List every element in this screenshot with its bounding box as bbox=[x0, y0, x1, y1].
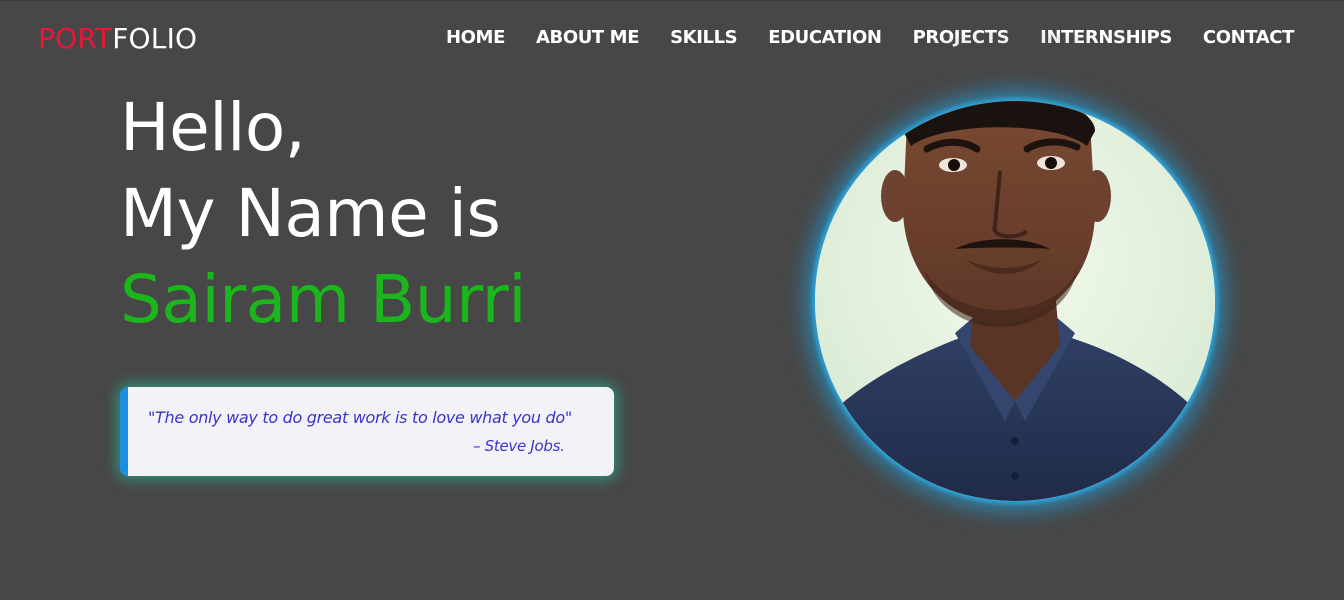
nav-education[interactable]: EDUCATION bbox=[768, 26, 882, 50]
nav-skills[interactable]: SKILLS bbox=[670, 26, 738, 50]
logo-accent-text: PORT bbox=[38, 22, 113, 55]
quote-text: "The only way to do great work is to lov… bbox=[148, 408, 572, 427]
nav-about-me[interactable]: ABOUT ME bbox=[536, 26, 640, 50]
site-logo[interactable]: PORTFOLIO bbox=[38, 21, 197, 57]
quote-box: "The only way to do great work is to lov… bbox=[120, 387, 614, 476]
nav-links: HOME ABOUT ME SKILLS EDUCATION PROJECTS … bbox=[446, 26, 1294, 50]
hero-heading: Hello, My Name is Sairam Burri bbox=[120, 85, 527, 343]
nav-home[interactable]: HOME bbox=[446, 26, 505, 50]
portfolio-page: PORTFOLIO HOME ABOUT ME SKILLS EDUCATION… bbox=[0, 0, 1344, 600]
profile-photo bbox=[815, 101, 1215, 501]
profile-photo-illustration bbox=[815, 101, 1215, 501]
hero-intro: My Name is bbox=[120, 175, 501, 252]
nav-contact[interactable]: CONTACT bbox=[1203, 26, 1294, 50]
quote-author: – Steve Jobs. bbox=[473, 437, 565, 455]
hero-greeting: Hello, bbox=[120, 89, 306, 166]
hero-name: Sairam Burri bbox=[120, 261, 527, 338]
logo-rest-text: FOLIO bbox=[112, 22, 198, 55]
